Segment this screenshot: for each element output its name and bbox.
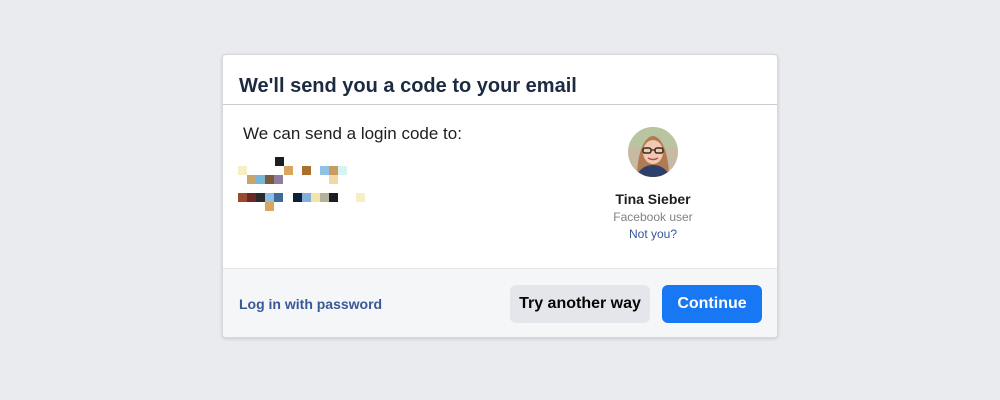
redaction-pixel [329, 193, 338, 202]
continue-button[interactable]: Continue [662, 285, 762, 323]
redaction-pixel [238, 193, 247, 202]
redaction-pixel [247, 175, 256, 184]
dialog-footer: Log in with password Try another way Con… [223, 268, 777, 337]
redaction-pixel [293, 193, 302, 202]
redaction-pixel [320, 193, 329, 202]
redaction-pixel [284, 166, 293, 175]
profile-card: Tina Sieber Facebook user Not you? [593, 127, 713, 241]
redaction-pixel [274, 175, 283, 184]
not-you-link[interactable]: Not you? [593, 227, 713, 241]
redaction-pixel [247, 193, 256, 202]
redaction-pixel [329, 166, 338, 175]
redaction-pixel [275, 157, 284, 166]
redaction-pixel [274, 193, 283, 202]
login-code-dialog: We'll send you a code to your email We c… [222, 54, 778, 338]
redaction-pixel [320, 166, 329, 175]
redaction-pixel [265, 193, 274, 202]
redaction-pixel [311, 193, 320, 202]
redaction-pixel [338, 166, 347, 175]
profile-subtitle: Facebook user [613, 210, 693, 224]
log-in-with-password-link[interactable]: Log in with password [239, 296, 382, 312]
dialog-header: We'll send you a code to your email [223, 55, 777, 105]
dialog-title: We'll send you a code to your email [239, 75, 577, 97]
redaction-pixel [265, 175, 274, 184]
try-another-way-button[interactable]: Try another way [510, 285, 650, 323]
redaction-pixel [256, 193, 265, 202]
redaction-pixel [329, 175, 338, 184]
send-code-text: We can send a login code to: [243, 124, 462, 143]
redaction-pixel [238, 166, 247, 175]
user-avatar-icon [628, 127, 678, 177]
redacted-email [238, 157, 368, 213]
redaction-pixel [265, 202, 274, 211]
redaction-pixel [356, 193, 365, 202]
profile-name: Tina Sieber [615, 191, 691, 207]
redaction-pixel [256, 175, 265, 184]
redaction-pixel [302, 166, 311, 175]
redaction-pixel [302, 193, 311, 202]
